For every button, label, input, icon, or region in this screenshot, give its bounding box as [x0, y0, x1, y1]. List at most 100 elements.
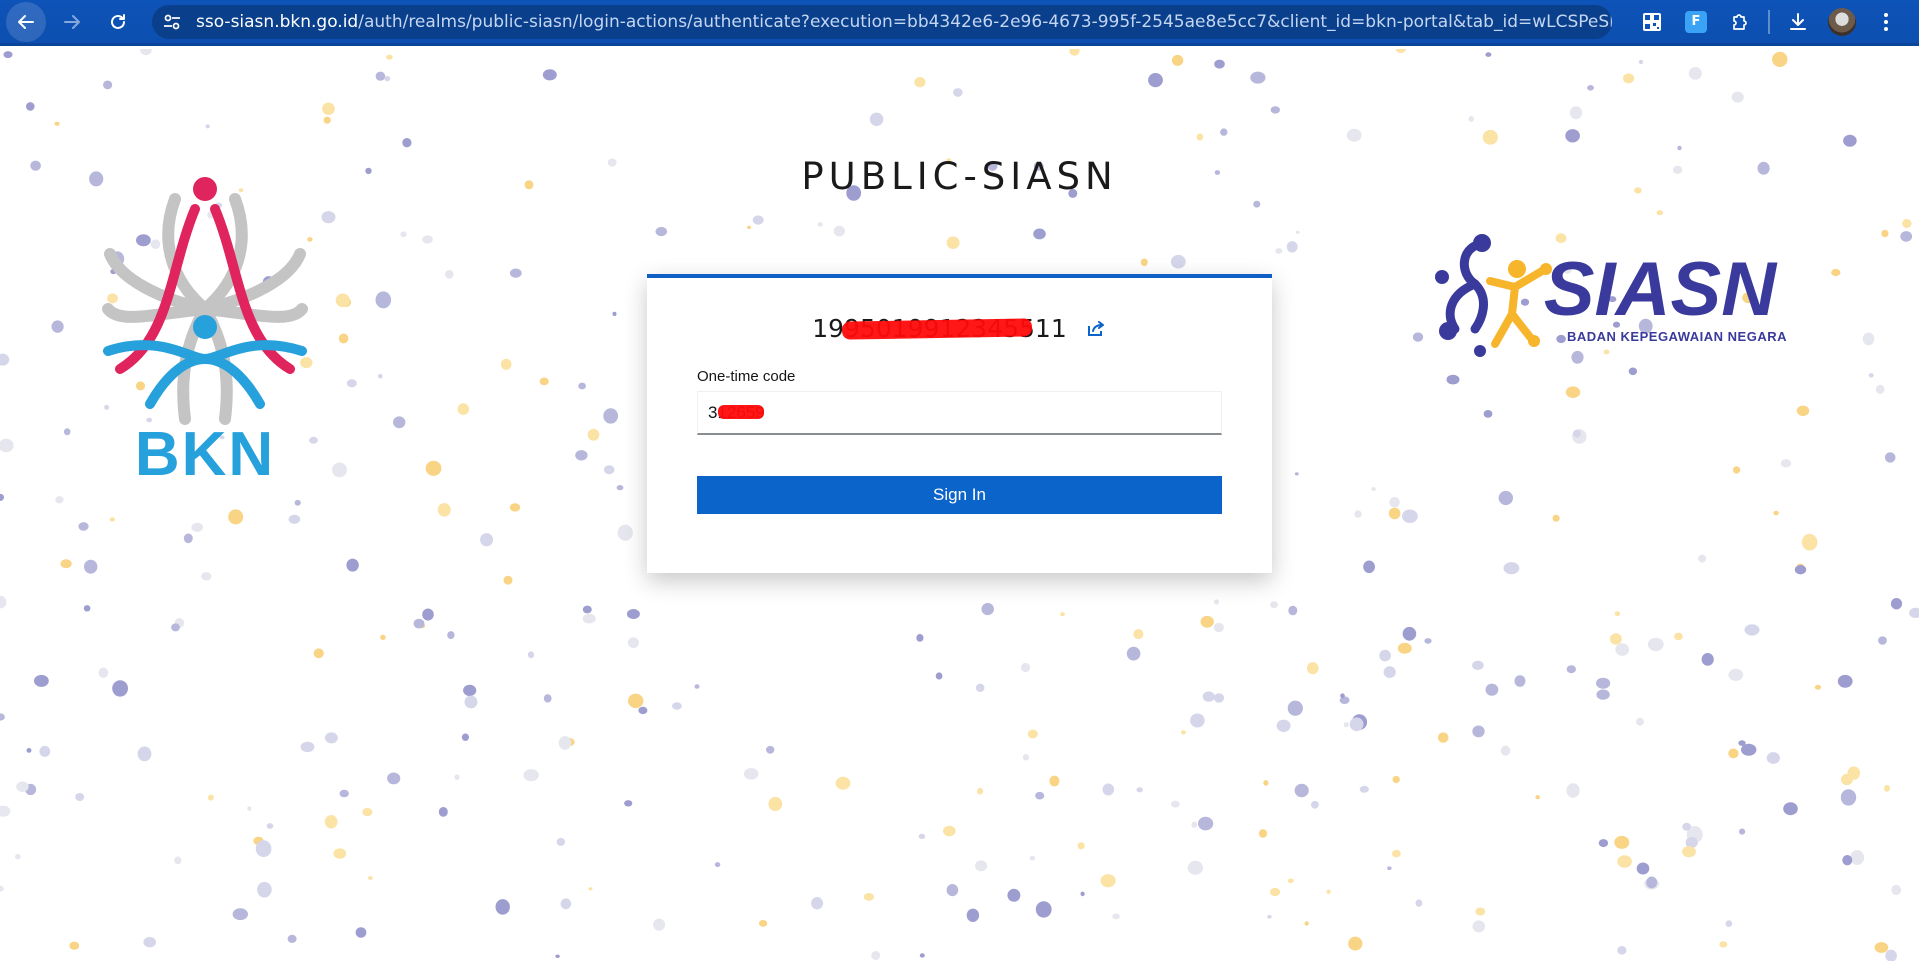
profile-button[interactable]	[1820, 2, 1864, 42]
background-dot	[1307, 662, 1319, 675]
reload-button[interactable]	[98, 2, 138, 42]
toolbar-separator	[1768, 9, 1770, 34]
background-dot	[1220, 128, 1228, 136]
background-dot	[1250, 71, 1266, 84]
background-dot	[1884, 452, 1896, 463]
download-icon	[1790, 12, 1806, 30]
browser-toolbar: sso-siasn.bkn.go.id/auth/realms/public-s…	[0, 0, 1919, 46]
background-dot	[109, 517, 116, 522]
restart-login-link[interactable]	[1085, 318, 1107, 340]
background-dot	[51, 320, 64, 333]
background-dot	[582, 613, 596, 624]
downloads-button[interactable]	[1776, 2, 1820, 42]
background-dot	[1294, 472, 1299, 476]
username-row: 1995019912345511	[647, 314, 1272, 343]
background-dot	[1349, 717, 1364, 732]
background-dot	[869, 112, 884, 126]
background-dot	[112, 680, 128, 697]
qr-extension-button[interactable]	[1630, 2, 1674, 42]
background-dot	[1389, 497, 1400, 508]
background-dot	[612, 311, 617, 316]
background-dot	[63, 428, 71, 436]
background-dot	[627, 637, 639, 648]
browser-menu-button[interactable]	[1864, 2, 1908, 42]
background-dot	[26, 748, 32, 753]
background-dot	[1725, 920, 1733, 927]
background-dot	[1656, 210, 1664, 216]
otp-label: One-time code	[697, 368, 796, 385]
background-dot	[338, 333, 349, 344]
background-dot	[1287, 700, 1303, 716]
background-dot	[266, 823, 274, 829]
background-dot	[1191, 821, 1198, 828]
background-dot	[0, 713, 5, 721]
background-dot	[1346, 128, 1362, 142]
background-dot	[1379, 649, 1391, 662]
extensions-button[interactable]	[1718, 2, 1762, 42]
background-dot	[1614, 611, 1621, 617]
background-dot	[445, 270, 454, 279]
background-dot	[1112, 913, 1120, 920]
background-dot	[300, 741, 315, 753]
background-dot	[438, 807, 448, 817]
background-dot	[463, 684, 477, 697]
url-host: sso-siasn.bkn.go.id	[196, 11, 359, 32]
background-dot	[378, 373, 383, 379]
background-dot	[294, 499, 301, 506]
background-dot	[1677, 145, 1682, 151]
sign-in-button[interactable]: Sign In	[697, 476, 1222, 514]
background-dot	[346, 379, 357, 388]
background-dot	[975, 683, 985, 692]
background-dot	[1029, 855, 1036, 861]
background-dot	[1831, 268, 1841, 277]
f-extension-button[interactable]: F	[1674, 2, 1718, 42]
background-dot	[1171, 54, 1184, 66]
background-dot	[1698, 554, 1707, 563]
background-dot	[1170, 254, 1186, 269]
back-button[interactable]	[6, 1, 46, 42]
background-dot	[1636, 862, 1650, 875]
background-dot	[1682, 822, 1692, 831]
background-dot	[447, 631, 455, 640]
background-dot	[183, 533, 193, 544]
background-dot	[287, 934, 297, 944]
background-dot	[1200, 615, 1214, 628]
background-dot	[919, 953, 925, 958]
background-dot	[457, 403, 469, 415]
tune-icon[interactable]	[162, 11, 182, 33]
puzzle-icon	[1733, 13, 1747, 30]
forward-button[interactable]	[52, 2, 92, 42]
background-dot	[1288, 605, 1298, 616]
background-dot	[914, 77, 926, 88]
background-dot	[1340, 693, 1345, 699]
background-dot	[653, 918, 666, 931]
background-dot	[1891, 884, 1902, 896]
background-dot	[916, 634, 924, 642]
background-dot	[1885, 949, 1897, 961]
background-dot	[1682, 846, 1696, 858]
background-dot	[1847, 766, 1861, 780]
background-dot	[555, 954, 560, 958]
background-dot	[143, 937, 156, 948]
background-dot	[323, 116, 331, 124]
background-dot	[672, 702, 682, 710]
background-dot	[617, 524, 633, 541]
background-dot	[1214, 59, 1225, 69]
background-dot	[1598, 839, 1609, 848]
background-dot	[758, 920, 768, 927]
otp-input[interactable]: 312659	[697, 391, 1222, 435]
background-dot	[422, 608, 434, 621]
background-dot	[1126, 646, 1141, 661]
background-dot	[1596, 677, 1611, 689]
address-bar[interactable]: sso-siasn.bkn.go.id/auth/realms/public-s…	[152, 4, 1612, 39]
background-dot	[1267, 915, 1272, 919]
background-dot	[1796, 405, 1810, 416]
background-dot	[1392, 775, 1400, 784]
background-dot	[346, 558, 359, 572]
background-dot	[1187, 860, 1204, 875]
background-dot	[1701, 653, 1714, 666]
background-dot	[1033, 228, 1046, 240]
redaction-scribble	[842, 318, 1033, 340]
background-dot	[752, 215, 764, 225]
background-dot	[1415, 899, 1423, 907]
